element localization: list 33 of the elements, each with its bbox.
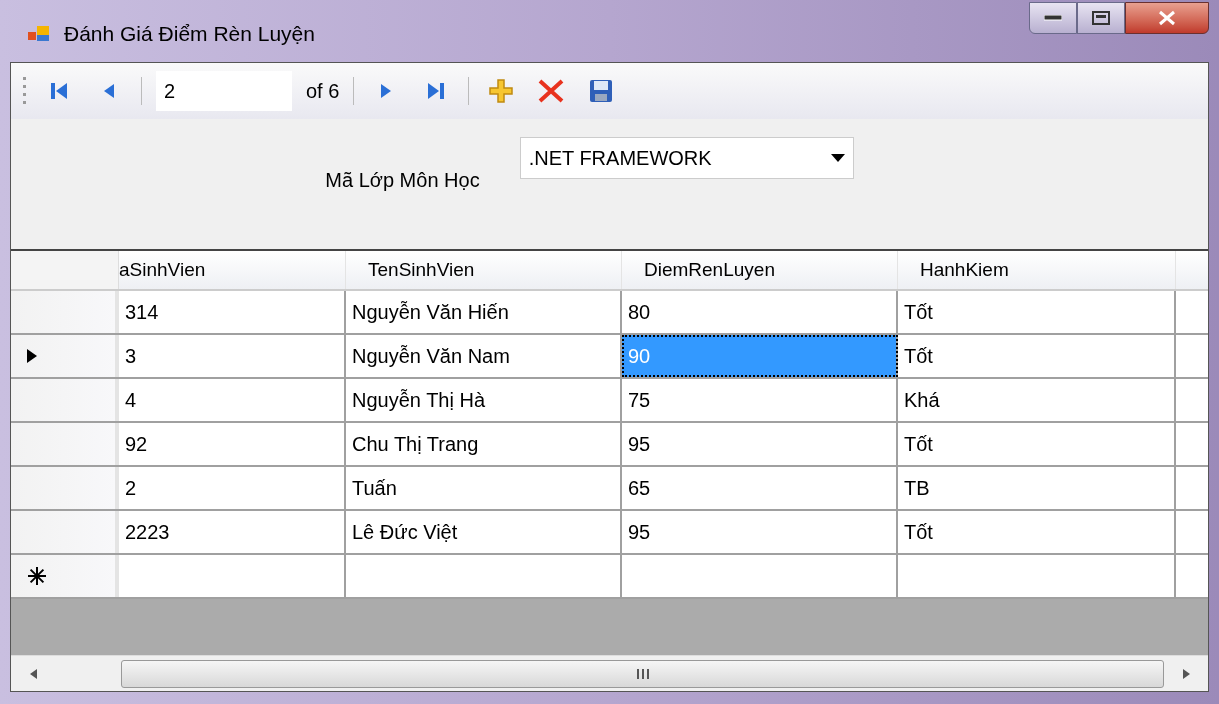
close-icon	[1157, 10, 1177, 26]
save-icon	[589, 79, 614, 103]
grip-icon	[23, 77, 27, 105]
record-count: of 6	[306, 79, 340, 104]
maximize-button[interactable]	[1077, 2, 1125, 34]
column-header[interactable]: HanhKiem	[898, 251, 1176, 289]
scroll-thumb[interactable]	[121, 659, 1164, 688]
right-arrow-icon	[1182, 668, 1190, 679]
previous-icon	[103, 83, 115, 99]
last-icon	[427, 82, 446, 100]
first-icon	[50, 82, 68, 100]
grip-lines-icon	[636, 668, 649, 679]
column-header[interactable]: TenSinhVien	[346, 251, 622, 289]
dropdown-value: .NET FRAMEWORK	[528, 146, 712, 171]
maximize-icon	[1092, 11, 1110, 25]
position-field[interactable]: 2	[156, 71, 292, 111]
new-row-icon	[27, 566, 47, 586]
class-dropdown[interactable]: .NET FRAMEWORK	[519, 137, 854, 179]
horizontal-scrollbar[interactable]	[11, 655, 1208, 691]
next-icon	[380, 83, 393, 99]
caret-icon	[830, 154, 845, 162]
close-button[interactable]	[1125, 2, 1209, 34]
app-icon	[28, 25, 50, 43]
window-title: Đánh Giá Điểm Rèn Luyện	[64, 21, 315, 48]
minimize-icon	[1044, 15, 1062, 21]
row-header[interactable]	[11, 555, 119, 597]
delete-icon	[538, 79, 565, 103]
column-header[interactable]: DiemRenLuyen	[622, 251, 898, 289]
left-arrow-icon	[29, 668, 37, 679]
filter-label: Mã Lớp Môn Học	[325, 168, 480, 193]
column-header[interactable]: aSinhVien	[119, 251, 346, 289]
plus-icon	[489, 79, 514, 103]
minimize-button[interactable]	[1029, 2, 1077, 34]
